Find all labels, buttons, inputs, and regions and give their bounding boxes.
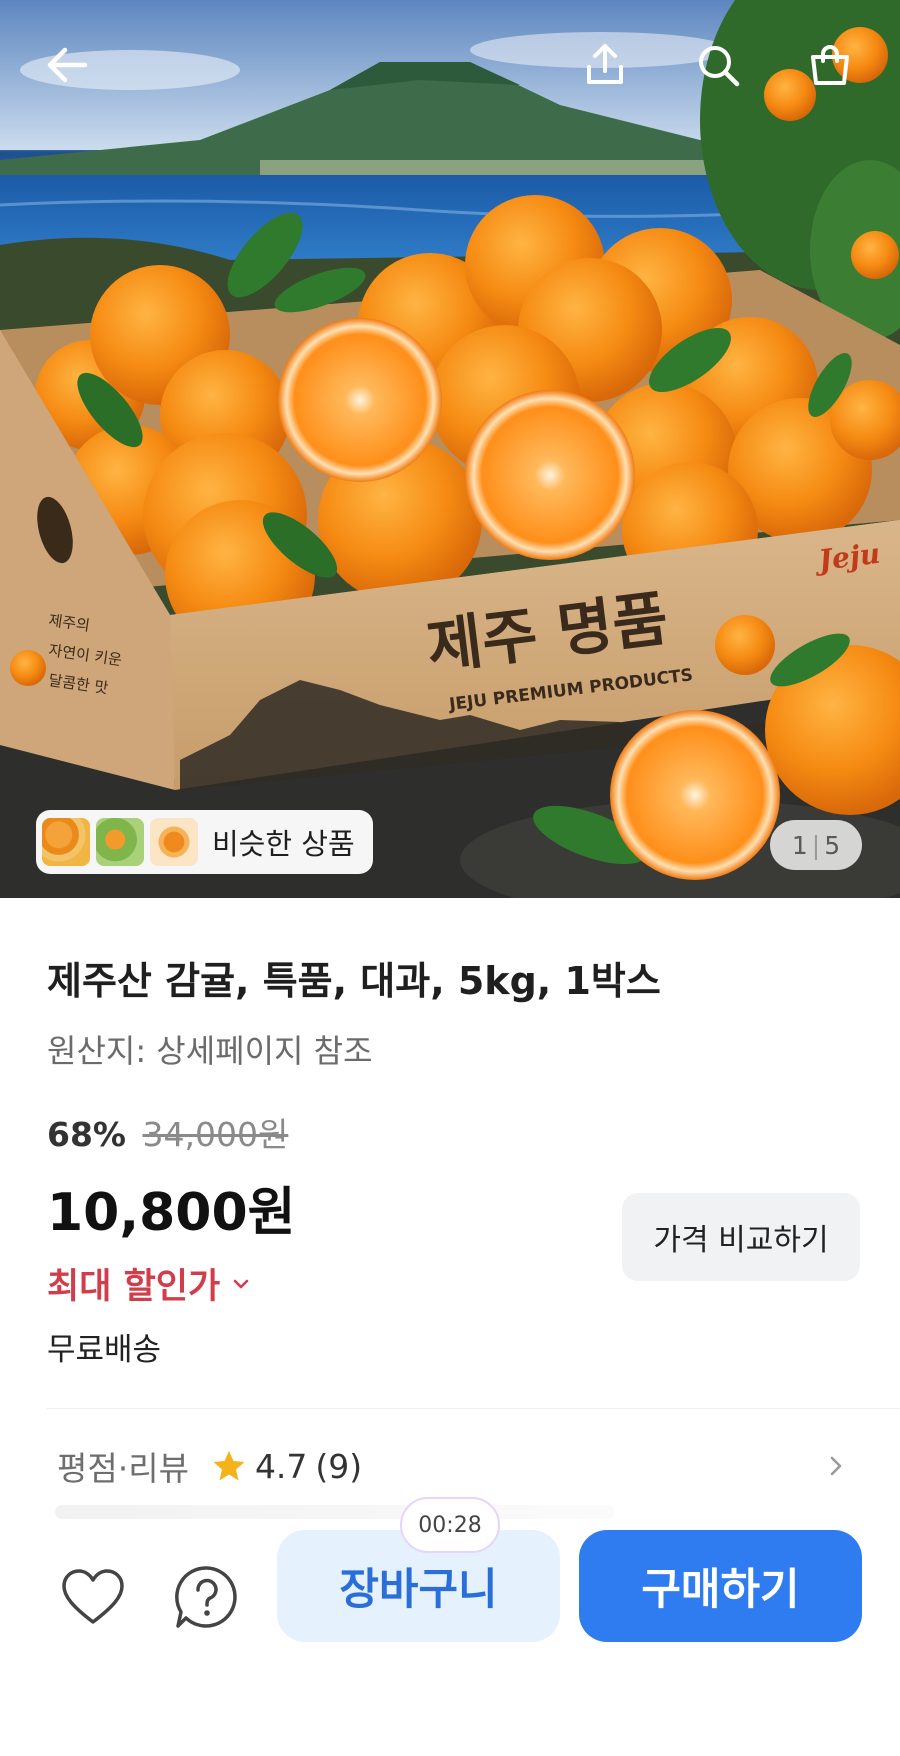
similar-products-chip[interactable]: 비슷한 상품 <box>36 810 373 874</box>
max-discount-toggle[interactable]: 최대 할인가 <box>47 1258 252 1309</box>
share-button[interactable] <box>570 30 640 100</box>
shopping-bag-icon <box>811 45 849 85</box>
image-page-counter: 1 | 5 <box>770 820 862 870</box>
original-price: 34,000원 <box>142 1115 289 1154</box>
question-bubble-icon <box>175 1566 237 1628</box>
inquiry-button[interactable] <box>167 1558 247 1638</box>
chevron-right-icon <box>830 1456 842 1476</box>
discount-rate: 68% <box>47 1115 126 1154</box>
page-total: 5 <box>824 830 841 860</box>
share-icon <box>587 44 623 84</box>
shipping-info: 무료배송 <box>47 1332 162 1368</box>
bottom-action-bar: 장바구니 00:28 구매하기 <box>0 1497 900 1756</box>
max-discount-label: 최대 할인가 <box>47 1267 221 1307</box>
similar-products-label: 비슷한 상품 <box>212 827 355 861</box>
rating-value: 4.7 <box>254 1446 308 1486</box>
star-icon <box>213 1451 245 1481</box>
discount-row: 68% 34,000원 <box>47 1108 288 1156</box>
product-image-carousel[interactable]: 제주 명품 JEJU PREMIUM PRODUCTS Jeju 제주의 자연이… <box>0 0 900 898</box>
page-current: 1 <box>791 830 808 860</box>
product-title: 제주산 감귤, 특품, 대과, 5kg, 1박스 <box>47 959 661 1003</box>
product-origin: 원산지: 상세페이지 참조 <box>47 1032 373 1070</box>
wishlist-button[interactable] <box>53 1558 133 1638</box>
countdown-timer-badge: 00:28 <box>400 1497 500 1553</box>
section-divider <box>47 1408 900 1409</box>
search-button[interactable] <box>683 30 753 100</box>
price-compare-button[interactable]: 가격 비교하기 <box>622 1193 860 1281</box>
rating-review-label: 평점·리뷰 <box>57 1449 189 1488</box>
cart-button[interactable] <box>795 30 865 100</box>
similar-product-thumbnail <box>150 818 198 866</box>
buy-now-button[interactable]: 구매하기 <box>579 1530 862 1642</box>
product-photo: 제주 명품 JEJU PREMIUM PRODUCTS Jeju 제주의 자연이… <box>0 0 900 898</box>
faded-content-hint <box>55 1505 615 1519</box>
back-button[interactable] <box>32 30 102 100</box>
sale-price: 10,800원 <box>47 1183 296 1243</box>
arrow-left-icon <box>47 47 88 83</box>
chevron-down-icon <box>233 1279 249 1288</box>
rating-review-row[interactable]: 평점·리뷰 4.7 (9) <box>57 1438 860 1494</box>
similar-product-thumbnail <box>96 818 144 866</box>
search-icon <box>699 46 740 87</box>
heart-icon <box>62 1569 124 1624</box>
similar-product-thumbnail <box>42 818 90 866</box>
review-count: (9) <box>315 1446 363 1486</box>
